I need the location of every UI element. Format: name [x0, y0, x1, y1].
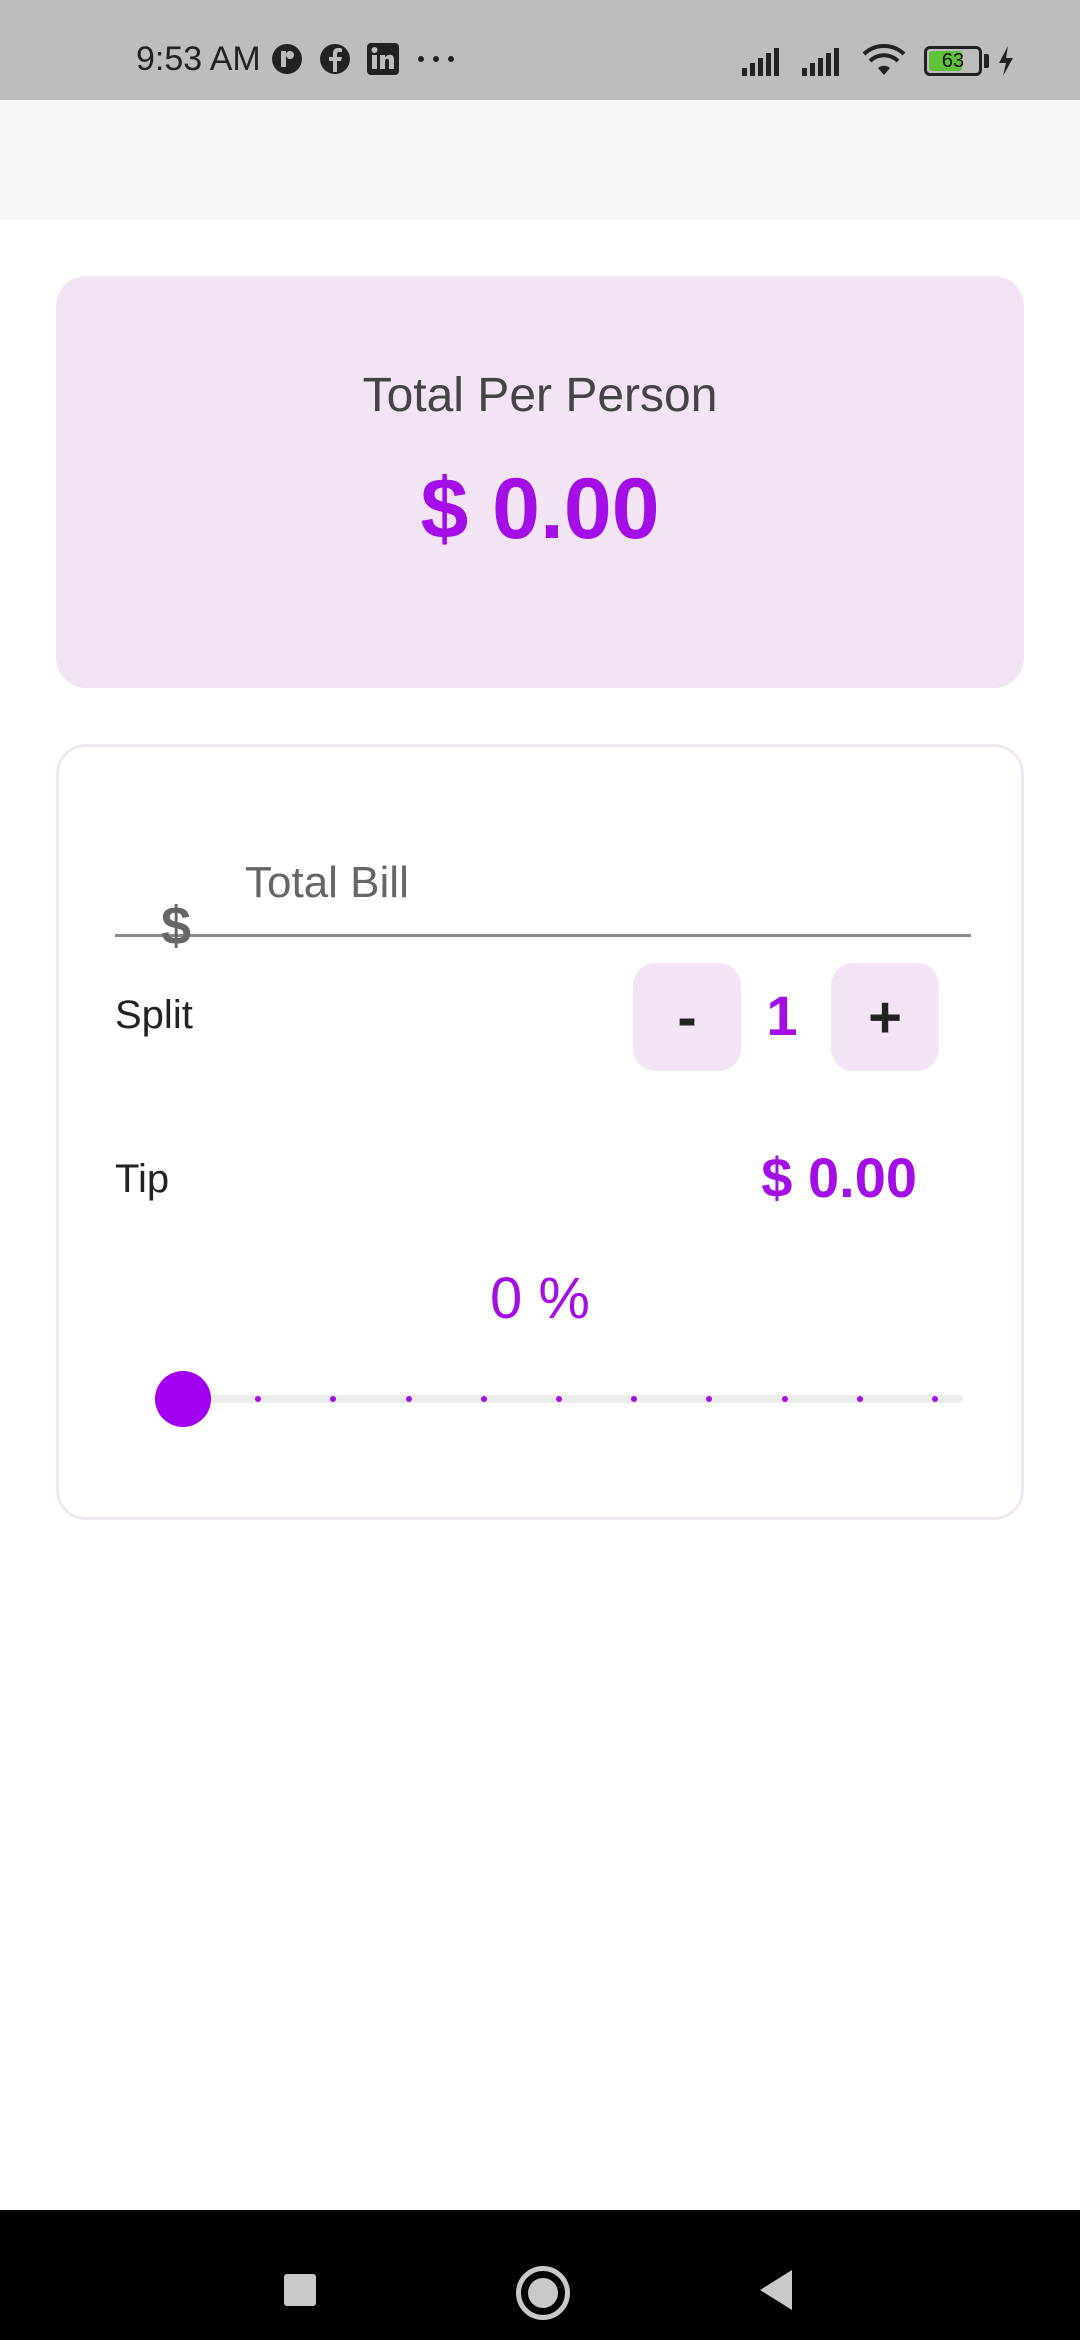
recents-icon[interactable] [284, 2274, 316, 2306]
notification-icons [270, 42, 458, 76]
linkedin-icon [367, 43, 399, 75]
facebook-icon [320, 44, 350, 74]
total-per-person-label: Total Per Person [362, 369, 718, 422]
dollar-icon: $ [161, 896, 192, 956]
slider-tick [556, 1396, 562, 1402]
more-dots-icon [418, 56, 454, 62]
slider-tick [405, 1396, 412, 1402]
notification-app-icon [272, 44, 302, 74]
battery-icon: 63 [924, 46, 982, 76]
total-bill-input[interactable] [243, 847, 927, 919]
charging-icon [999, 46, 1013, 76]
tip-percent: 0 % [490, 1266, 590, 1331]
decrease-split-button[interactable]: - [633, 963, 741, 1071]
tip-label: Tip [115, 1157, 170, 1201]
app-bar [0, 100, 1080, 220]
split-count: 1 [766, 984, 798, 1047]
tip-amount: $ 0.00 [761, 1146, 917, 1209]
slider-tick [480, 1396, 487, 1402]
increase-split-button[interactable]: + [831, 963, 939, 1071]
system-nav-bar [0, 2210, 1080, 2340]
status-time: 9:53 AM [136, 40, 261, 78]
back-icon[interactable] [760, 2270, 792, 2310]
slider-tick [781, 1396, 788, 1402]
home-icon[interactable] [516, 2266, 570, 2320]
battery-level: 63 [941, 50, 965, 72]
signal-icon [802, 48, 839, 76]
slider-tick [932, 1396, 938, 1402]
total-per-person-amount: $ 0.00 [420, 461, 660, 557]
status-bar: 9:53 AM 63 [0, 0, 1080, 100]
split-label: Split [115, 993, 193, 1037]
bill-form-card: $ Split - 1 + Tip $ 0.00 0 % [56, 744, 1024, 1520]
battery-cap [984, 54, 989, 68]
signal-icon [742, 48, 779, 76]
total-per-person-card: Total Per Person $ 0.00 [56, 276, 1024, 688]
total-bill-field[interactable]: $ [115, 807, 971, 956]
slider-tick [856, 1396, 863, 1402]
wifi-icon [862, 44, 906, 75]
slider-thumb[interactable] [155, 1371, 211, 1427]
tip-slider[interactable] [155, 1369, 963, 1429]
